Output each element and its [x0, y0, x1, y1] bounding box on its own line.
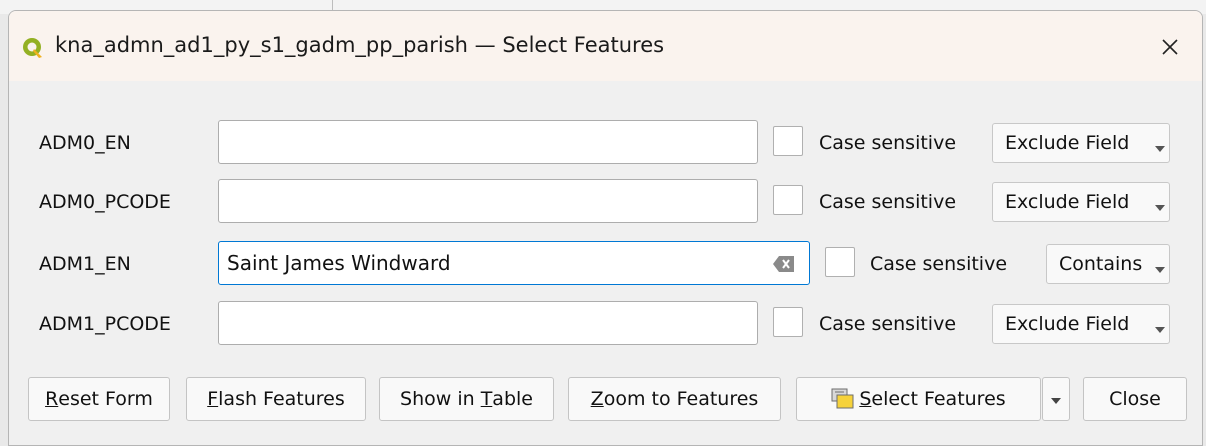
qgis-logo-icon: [21, 36, 45, 60]
case-sensitive-label: Case sensitive: [870, 253, 1008, 275]
select-features-menu-button[interactable]: [1042, 377, 1070, 421]
button-label: able: [492, 388, 533, 410]
chevron-down-icon: [1155, 146, 1165, 152]
window-title: kna_admn_ad1_py_s1_gadm_pp_parish — Sele…: [55, 33, 665, 57]
select-features-icon: [831, 388, 855, 410]
case-sensitive-label: Case sensitive: [819, 191, 957, 213]
show-in-table-button[interactable]: Show in Table: [379, 377, 554, 421]
mnemonic: T: [480, 388, 493, 410]
field-label: ADM1_EN: [39, 253, 131, 275]
operator-value: Exclude Field: [1005, 313, 1130, 335]
operator-value: Exclude Field: [1005, 132, 1130, 154]
adm1-en-input[interactable]: Saint James Windward: [218, 241, 810, 285]
title-bar[interactable]: kna_admn_ad1_py_s1_gadm_pp_parish — Sele…: [9, 11, 1202, 81]
mnemonic: S: [859, 388, 872, 410]
field-row-adm0-pcode: ADM0_PCODE Case sensitive Exclude Field: [9, 179, 1202, 225]
close-icon[interactable]: [1152, 29, 1188, 65]
case-sensitive-checkbox[interactable]: [773, 185, 803, 215]
field-row-adm1-en: ADM1_EN Saint James Windward Case sensit…: [9, 241, 1202, 287]
operator-value: Exclude Field: [1005, 191, 1130, 213]
reset-form-button[interactable]: Reset Form: [28, 377, 170, 421]
chevron-down-icon: [1155, 327, 1165, 333]
adm0-pcode-input[interactable]: [218, 179, 758, 223]
zoom-to-features-button[interactable]: Zoom to Features: [568, 377, 781, 421]
close-button[interactable]: Close: [1083, 377, 1187, 421]
case-sensitive-checkbox[interactable]: [773, 126, 803, 156]
case-sensitive-checkbox[interactable]: [773, 307, 803, 337]
mnemonic: F: [207, 388, 219, 410]
operator-dropdown[interactable]: Contains: [1046, 244, 1170, 284]
chevron-down-icon: [1155, 267, 1165, 273]
operator-value: Contains: [1059, 253, 1143, 275]
operator-dropdown[interactable]: Exclude Field: [992, 304, 1170, 344]
field-label: ADM0_PCODE: [39, 191, 171, 213]
field-label: ADM1_PCODE: [39, 313, 171, 335]
button-label: Show in: [400, 388, 481, 410]
select-features-button[interactable]: Select Features: [796, 377, 1041, 421]
flash-features-button[interactable]: Flash Features: [186, 377, 366, 421]
field-label: ADM0_EN: [39, 132, 131, 154]
clear-icon[interactable]: [773, 254, 795, 272]
case-sensitive-label: Case sensitive: [819, 132, 957, 154]
adm1-pcode-input[interactable]: [218, 301, 758, 345]
field-row-adm0-en: ADM0_EN Case sensitive Exclude Field: [9, 120, 1202, 166]
chevron-down-icon: [1155, 205, 1165, 211]
case-sensitive-checkbox[interactable]: [825, 247, 855, 277]
mnemonic: R: [45, 388, 59, 410]
input-value: Saint James Windward: [227, 251, 451, 275]
button-label: eset Form: [58, 388, 153, 410]
button-label: elect Features: [871, 388, 1006, 410]
chevron-down-icon: [1050, 388, 1062, 410]
case-sensitive-label: Case sensitive: [819, 313, 957, 335]
mnemonic: Z: [590, 388, 604, 410]
button-label: oom to Features: [603, 388, 759, 410]
operator-dropdown[interactable]: Exclude Field: [992, 182, 1170, 222]
button-label: lash Features: [218, 388, 345, 410]
field-row-adm1-pcode: ADM1_PCODE Case sensitive Exclude Field: [9, 301, 1202, 347]
adm0-en-input[interactable]: [218, 120, 758, 164]
operator-dropdown[interactable]: Exclude Field: [992, 123, 1170, 163]
select-features-dialog: kna_admn_ad1_py_s1_gadm_pp_parish — Sele…: [8, 10, 1203, 446]
